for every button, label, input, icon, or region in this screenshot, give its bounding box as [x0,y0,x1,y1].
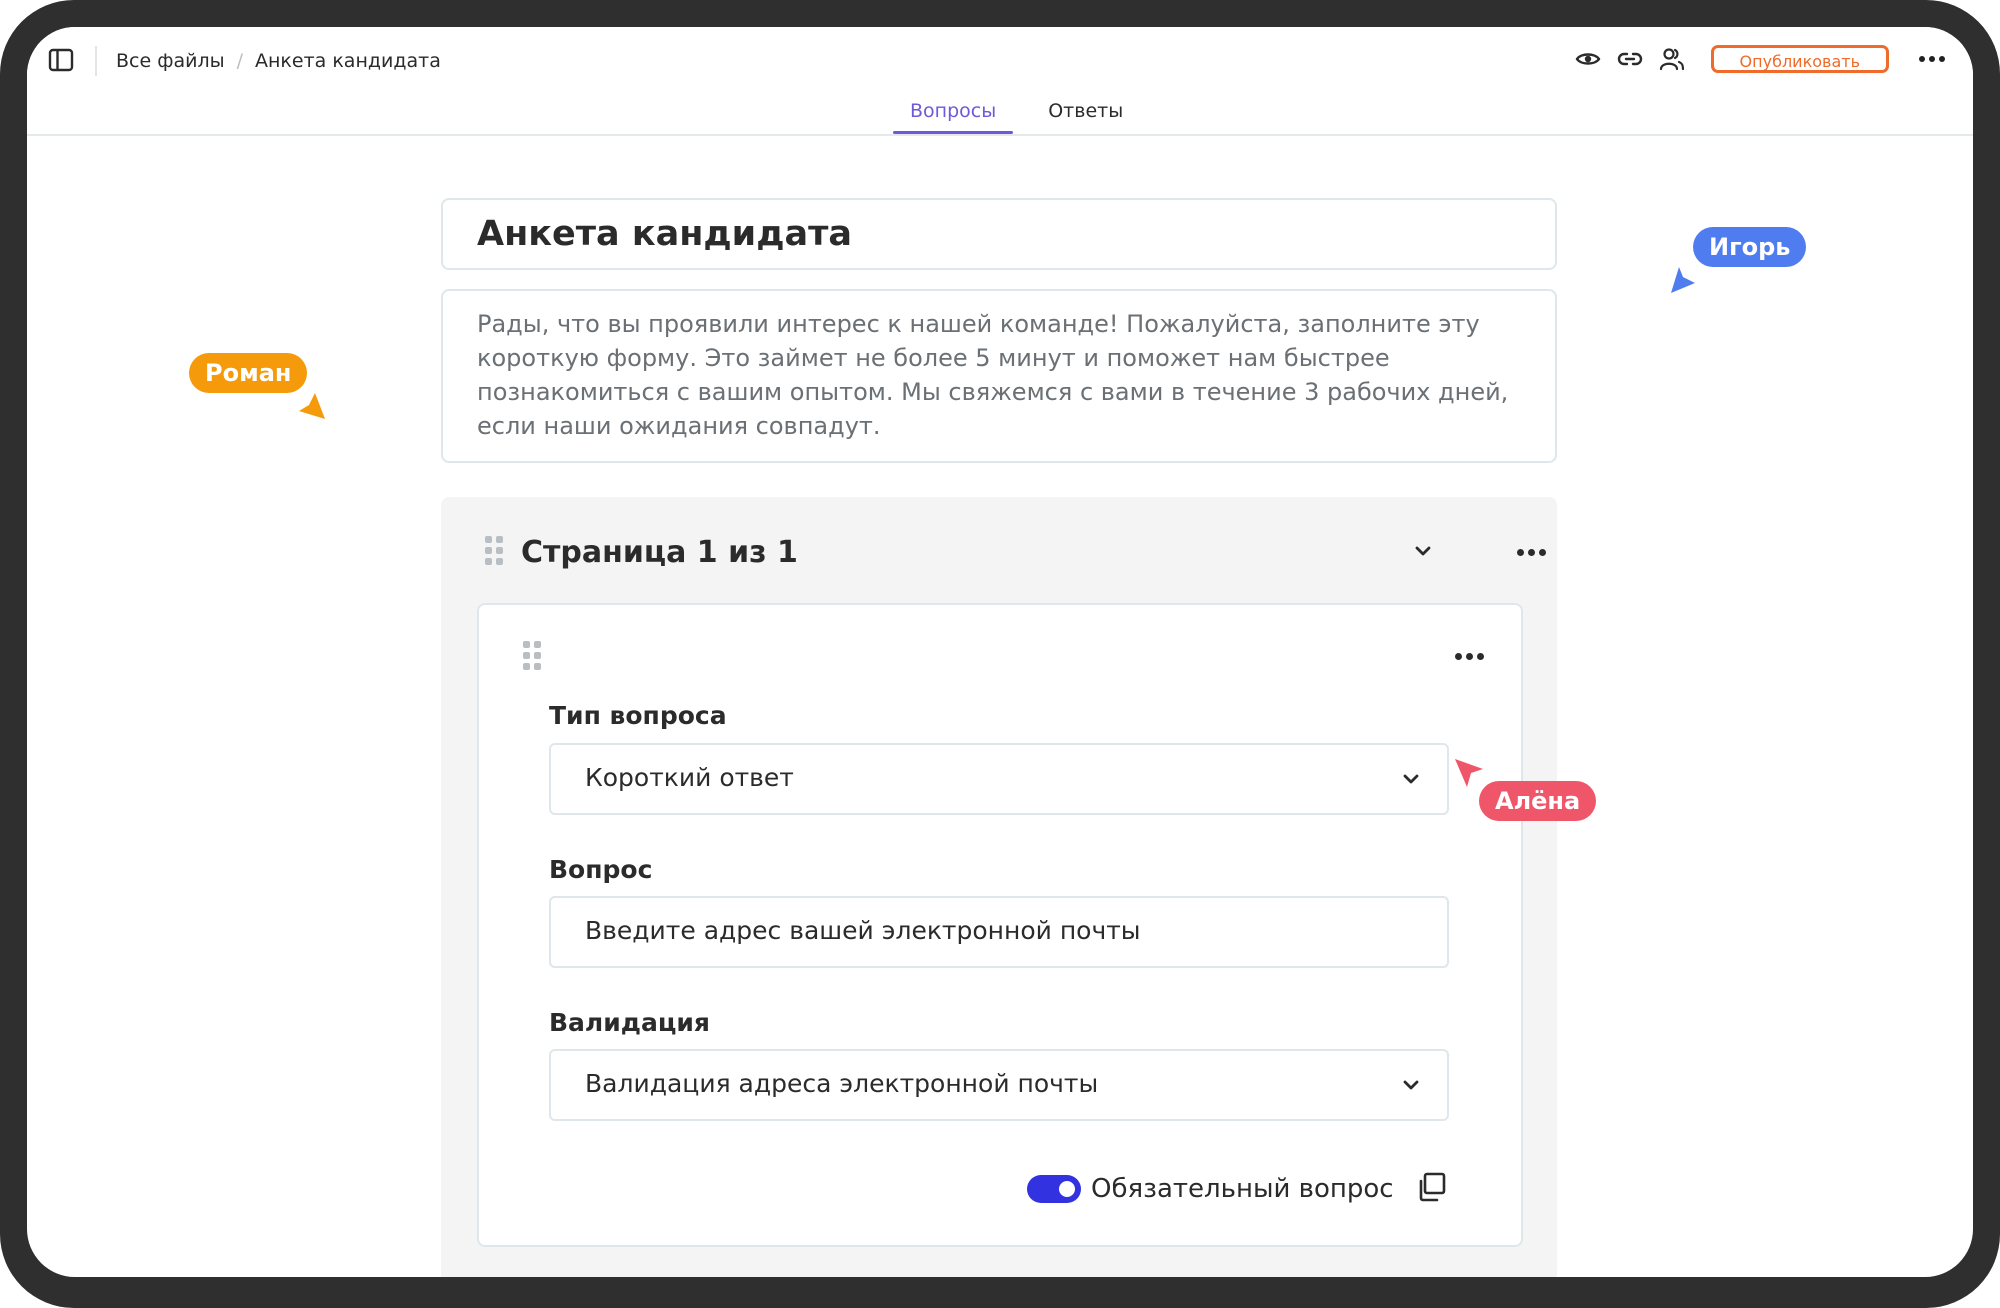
cursor-arrow-icon [1455,759,1483,787]
page-more-icon[interactable] [1517,549,1546,556]
collaborator-name: Роман [189,353,308,393]
cursor-arrow-icon [1671,267,1695,293]
chevron-down-icon [1401,1077,1421,1096]
tab-answers[interactable]: Ответы [1031,91,1140,132]
page-section: Страница 1 из 1 Тип вопроса Короткий отв… [441,497,1557,1277]
question-input[interactable]: Введите адрес вашей электронной почты [549,896,1449,968]
question-more-icon[interactable] [1455,653,1484,660]
cursor-arrow-icon [299,393,325,419]
app-screen: Все файлы / Анкета кандидата Вопросы Отв… [27,27,1973,1277]
collaborator-cursor-alena: Алёна [1453,757,1633,857]
breadcrumb-current: Анкета кандидата [255,50,441,72]
required-label: Обязательный вопрос [1091,1174,1394,1204]
breadcrumb-separator: / [236,50,243,72]
chevron-down-icon[interactable] [1413,543,1433,562]
question-value: Введите адрес вашей электронной почты [585,916,1141,945]
collaborator-name: Игорь [1693,227,1807,267]
question-drag-handle-icon[interactable] [523,641,541,671]
question-type-value: Короткий ответ [585,763,794,792]
question-type-label: Тип вопроса [549,701,727,730]
form-title-field[interactable]: Анкета кандидата [441,198,1557,270]
validation-label: Валидация [549,1008,710,1037]
users-icon[interactable] [1657,44,1687,74]
eye-icon[interactable] [1573,44,1603,74]
device-frame: Все файлы / Анкета кандидата Вопросы Отв… [0,0,2000,1308]
form-description-field[interactable]: Рады, что вы проявили интерес к нашей ко… [441,289,1557,463]
collaborator-cursor-roman: Роман [189,353,369,443]
page-title: Страница 1 из 1 [521,535,798,570]
question-type-select[interactable]: Короткий ответ [549,743,1449,815]
question-card: Тип вопроса Короткий ответ Вопрос Введит… [477,603,1523,1247]
duplicate-icon[interactable] [1415,1171,1447,1203]
sidebar-toggle-icon[interactable] [47,46,75,74]
top-bar: Все файлы / Анкета кандидата Вопросы Отв… [27,27,1973,136]
toggle-knob [1059,1181,1075,1197]
tab-questions[interactable]: Вопросы [893,91,1014,134]
more-options-icon[interactable] [1919,56,1945,62]
question-label: Вопрос [549,855,653,884]
top-actions: Опубликовать [1573,44,1945,74]
collaborator-cursor-igor: Игорь [1669,227,1849,317]
form-description: Рады, что вы проявили интерес к нашей ко… [477,310,1509,440]
form-title: Анкета кандидата [477,214,852,254]
breadcrumb-root[interactable]: Все файлы [116,45,225,77]
link-icon[interactable] [1615,44,1645,74]
page-drag-handle-icon[interactable] [485,536,503,566]
publish-button[interactable]: Опубликовать [1710,45,1889,73]
validation-value: Валидация адреса электронной почты [585,1069,1099,1098]
validation-select[interactable]: Валидация адреса электронной почты [549,1049,1449,1121]
required-toggle[interactable] [1027,1175,1081,1203]
toolbar-divider [95,46,97,76]
chevron-down-icon [1401,771,1421,790]
tab-bar: Вопросы Ответы [893,91,1158,134]
breadcrumb: Все файлы / Анкета кандидата [116,45,441,77]
collaborator-name: Алёна [1479,781,1597,821]
